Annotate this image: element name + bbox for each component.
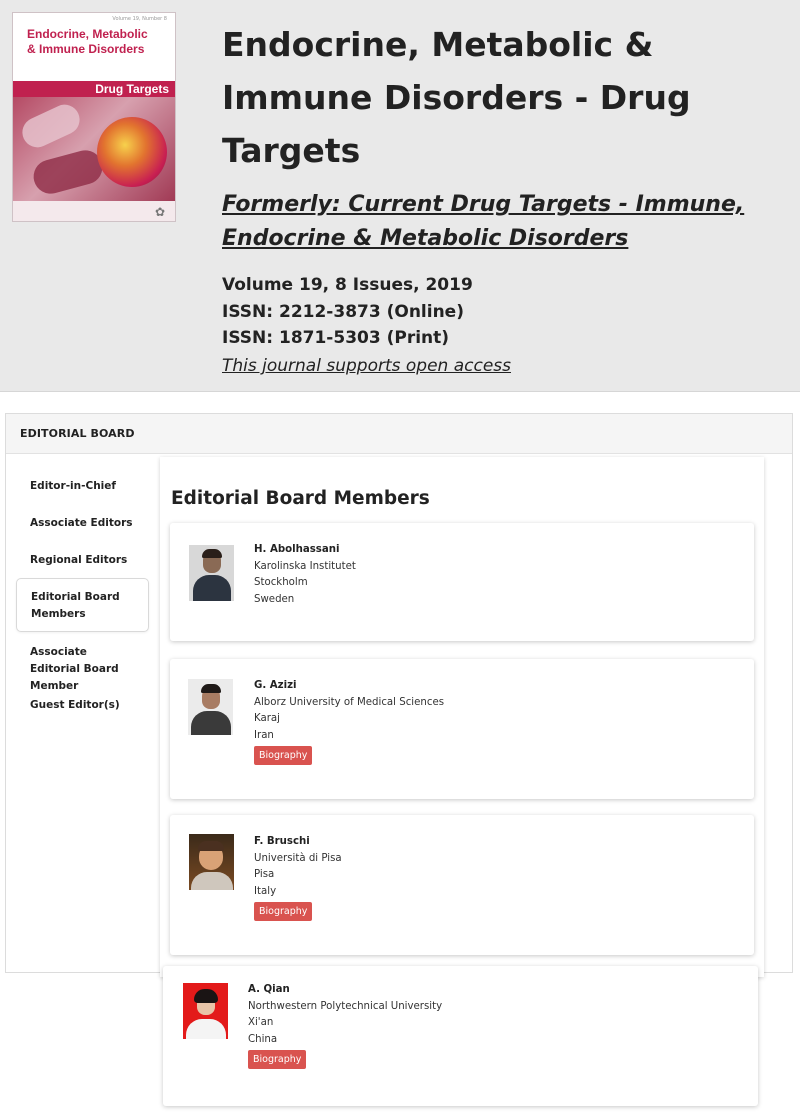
cover-volume-tag: Volume 19, Number 8 <box>112 16 167 22</box>
publisher-logo-icon: ✿ <box>154 205 166 219</box>
member-photo <box>189 545 234 601</box>
nav-guest-editors[interactable]: Guest Editor(s) <box>14 697 154 714</box>
nav-regional-editors[interactable]: Regional Editors <box>14 552 154 569</box>
member-institution: Northwestern Polytechnical University <box>248 1000 443 1012</box>
issn-online: ISSN: 2212-3873 (Online) <box>222 301 464 322</box>
member-city: Pisa <box>254 869 275 880</box>
biography-button[interactable]: Biography <box>254 746 313 765</box>
member-card: G. Azizi Alborz University of Medical Sc… <box>170 659 754 799</box>
journal-header: Volume 19, Number 8 Endocrine, Metabolic… <box>0 0 800 392</box>
member-institution: Karolinska Institutet <box>254 560 356 572</box>
nav-associate-editorial-board-member[interactable]: Associate Editorial Board Member <box>14 644 140 695</box>
member-photo <box>183 983 228 1039</box>
member-city: Stockholm <box>254 577 308 588</box>
nav-editor-in-chief[interactable]: Editor-in-Chief <box>14 478 154 495</box>
member-photo <box>189 834 234 890</box>
issn-print: ISSN: 1871-5303 (Print) <box>222 328 450 348</box>
open-access-link[interactable]: This journal supports open access <box>222 353 511 379</box>
journal-meta: Volume 19, 8 Issues, 2019 ISSN: 2212-387… <box>222 272 473 352</box>
member-name: F. Bruschi <box>254 836 310 847</box>
member-country: China <box>248 1033 278 1045</box>
journal-cover-image[interactable]: Volume 19, Number 8 Endocrine, Metabolic… <box>12 12 176 222</box>
member-name: G. Azizi <box>254 680 297 691</box>
journal-title: Endocrine, Metabolic & Immune Disorders … <box>222 25 691 170</box>
member-details: H. Abolhassani Karolinska Institutet Sto… <box>254 542 356 608</box>
member-country: Sweden <box>254 593 295 605</box>
volume-info: Volume 19, 8 Issues, 2019 <box>222 275 473 295</box>
cover-artwork <box>13 97 175 201</box>
nav-associate-editors[interactable]: Associate Editors <box>14 515 154 532</box>
member-name: H. Abolhassani <box>254 544 340 555</box>
member-institution: Università di Pisa <box>254 852 342 864</box>
biography-button[interactable]: Biography <box>254 902 313 921</box>
members-heading: Editorial Board Members <box>171 488 430 509</box>
member-details: A. Qian Northwestern Polytechnical Unive… <box>248 982 442 1069</box>
member-card: H. Abolhassani Karolinska Institutet Sto… <box>170 523 754 641</box>
member-city: Xi'an <box>248 1017 274 1028</box>
member-country: Iran <box>254 729 274 741</box>
member-card: F. Bruschi Università di Pisa Pisa Italy… <box>170 815 754 955</box>
member-institution: Alborz University of Medical Sciences <box>254 696 445 708</box>
member-name: A. Qian <box>248 984 290 995</box>
member-details: G. Azizi Alborz University of Medical Sc… <box>254 678 444 765</box>
nav-editorial-board-members[interactable]: Editorial Board Members <box>16 578 149 632</box>
cover-title: Endocrine, Metabolic & Immune Disorders <box>27 27 148 56</box>
biography-button[interactable]: Biography <box>248 1050 307 1069</box>
member-country: Italy <box>254 885 277 897</box>
member-card: A. Qian Northwestern Polytechnical Unive… <box>163 966 758 1106</box>
member-details: F. Bruschi Università di Pisa Pisa Italy… <box>254 834 342 921</box>
member-photo <box>188 679 233 735</box>
editorial-board-header: EDITORIAL BOARD <box>6 414 792 454</box>
formerly-link[interactable]: Formerly: Current Drug Targets - Immune,… <box>222 188 782 256</box>
member-city: Karaj <box>254 713 281 724</box>
cover-band: Drug Targets <box>13 81 175 97</box>
